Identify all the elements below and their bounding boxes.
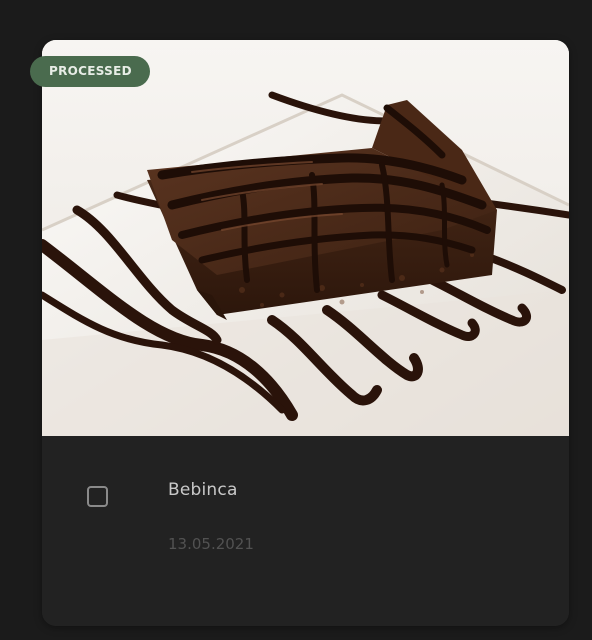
dish-date: 13.05.2021 xyxy=(168,535,254,553)
dish-photo xyxy=(42,40,569,436)
select-checkbox[interactable] xyxy=(87,486,108,507)
dish-title[interactable]: Bebinca xyxy=(168,480,238,500)
card-info: Bebinca 13.05.2021 xyxy=(42,436,569,626)
status-badge: PROCESSED xyxy=(30,56,150,87)
brownie-illustration xyxy=(42,40,569,436)
dish-card[interactable]: Bebinca 13.05.2021 xyxy=(42,40,569,626)
